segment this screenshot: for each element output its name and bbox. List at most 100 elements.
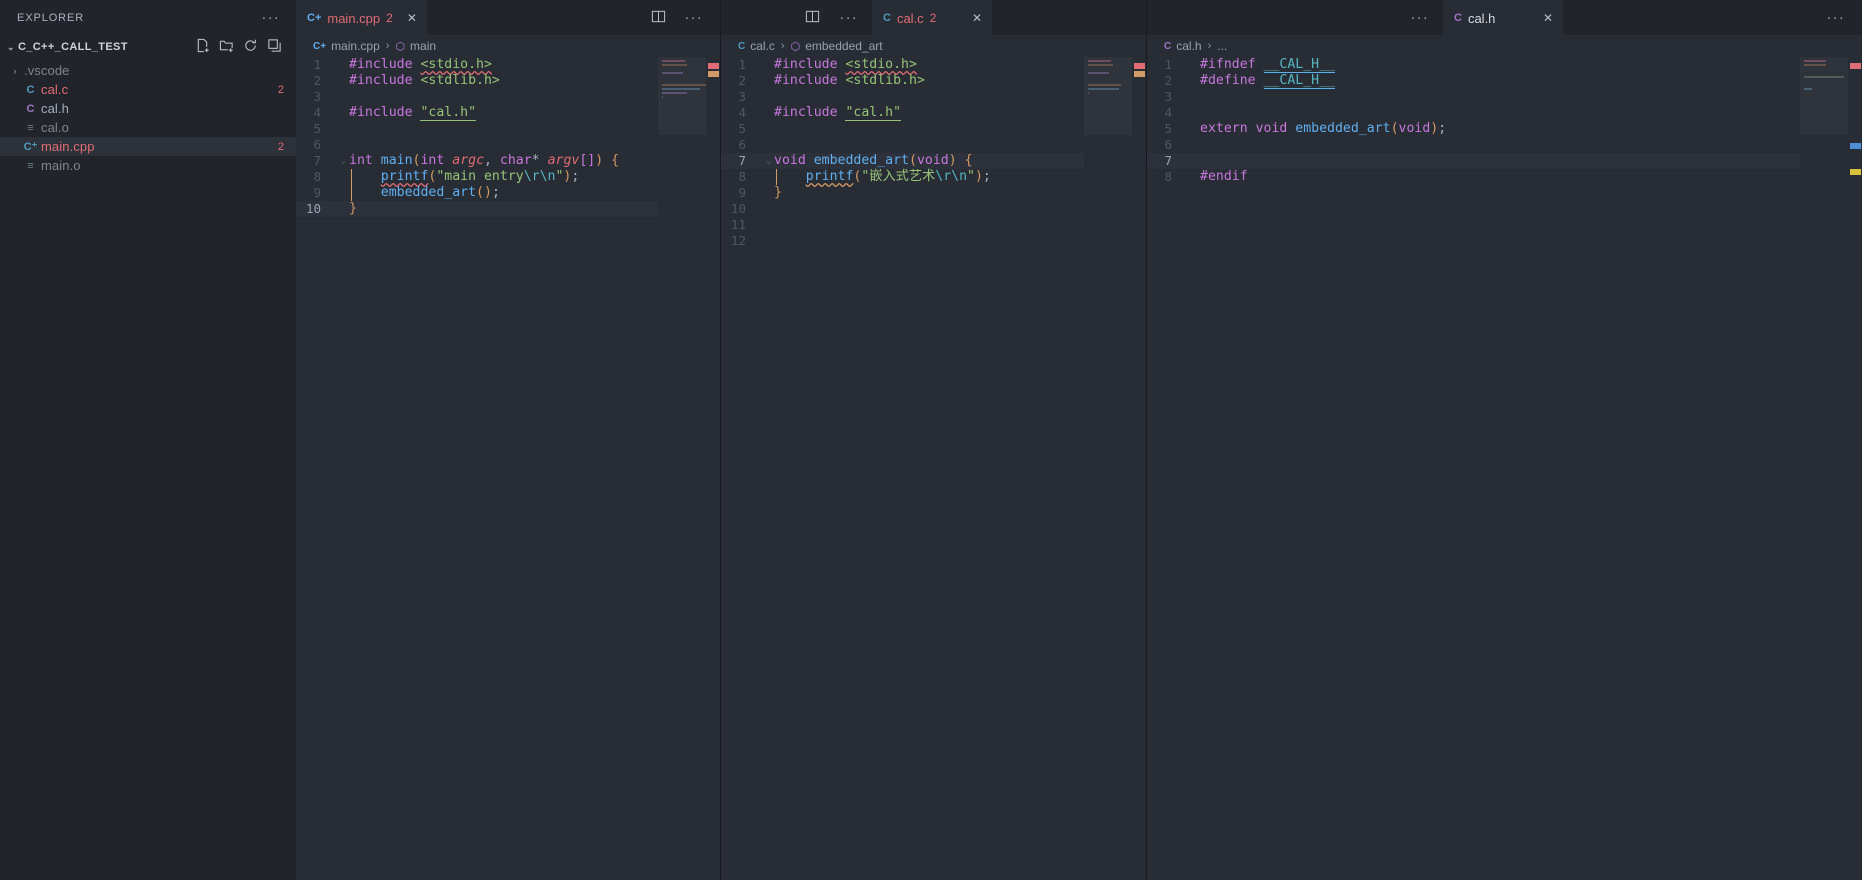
overview-ruler-mark — [1850, 63, 1861, 69]
code-line[interactable]: 2 #include <stdlib.h> — [721, 73, 1146, 89]
file-tree-item-cal-c[interactable]: Ccal.c 2 — [0, 80, 296, 99]
code-line[interactable]: 10 — [721, 201, 1146, 217]
code-line[interactable]: 4 #include "cal.h" — [721, 105, 1146, 121]
code-token: } — [774, 185, 782, 200]
cpp-file-icon: C⁺ — [23, 141, 38, 153]
code-line[interactable]: 12 — [721, 233, 1146, 249]
file-tree-item-main-o[interactable]: ≡ main.o — [0, 156, 296, 175]
tab-close-icon[interactable]: ✕ — [1535, 12, 1553, 24]
code-line[interactable]: 5 — [296, 121, 720, 137]
code-text: extern void embedded_art(void); — [1200, 121, 1862, 137]
code-editor-main-cpp[interactable]: 1 #include <stdio.h> 2 #include <stdlib.h> 3… — [296, 57, 720, 880]
breadcrumb-symbol[interactable]: embedded_art — [805, 39, 882, 53]
code-text: #include "cal.h" — [774, 105, 1146, 121]
breadcrumb-symbol[interactable]: ... — [1217, 39, 1227, 53]
code-line[interactable]: 2 #define __CAL_H__ — [1147, 73, 1862, 89]
code-line[interactable]: 8 printf("嵌入式艺术\r\n"); — [721, 169, 1146, 185]
code-line[interactable]: 7 — [1147, 153, 1862, 169]
tab-close-icon[interactable]: ✕ — [399, 12, 417, 24]
code-line[interactable]: 3 — [721, 89, 1146, 105]
code-token: "嵌入式艺术 — [861, 169, 936, 184]
overview-ruler-3[interactable] — [1848, 57, 1862, 880]
code-line[interactable]: 3 — [296, 89, 720, 105]
editor-actions-more-icon[interactable]: ··· — [1406, 10, 1433, 25]
tab-main-cpp[interactable]: C+ main.cpp 2 ✕ — [296, 0, 427, 35]
line-number: 3 — [313, 89, 321, 104]
code-line[interactable]: 5 extern void embedded_art(void); — [1147, 121, 1862, 137]
collapse-all-icon[interactable] — [267, 38, 282, 56]
new-file-icon[interactable] — [195, 38, 210, 56]
new-folder-icon[interactable] — [219, 38, 234, 56]
code-token: "cal.h" — [845, 105, 902, 121]
code-line[interactable]: 6 — [1147, 137, 1862, 153]
tab-cal-c[interactable]: Ccal.c 2 ✕ — [872, 0, 992, 35]
code-editor-cal-h[interactable]: 1 #ifndef __CAL_H__ 2 #define __CAL_H__ 3 4 5 e… — [1147, 57, 1862, 880]
code-line[interactable]: 1 #include <stdio.h> — [296, 57, 720, 73]
code-line[interactable]: 10} — [296, 201, 720, 217]
fold-chevron-icon[interactable]: ⌄ — [338, 153, 349, 169]
breadcrumb-file[interactable]: main.cpp — [331, 39, 380, 53]
overview-ruler-2[interactable] — [1132, 57, 1146, 880]
code-line[interactable]: 9 embedded_art(); — [296, 185, 720, 201]
code-line[interactable]: 1 #ifndef __CAL_H__ — [1147, 57, 1862, 73]
chevron-right-icon: › — [13, 65, 17, 76]
tab-close-icon[interactable]: ✕ — [964, 12, 982, 24]
code-token: { — [611, 153, 620, 168]
line-number: 6 — [313, 137, 321, 152]
code-line[interactable]: 4 #include "cal.h" — [296, 105, 720, 121]
editor-actions-more-icon[interactable]: ··· — [680, 10, 707, 25]
code-text: #include "cal.h" — [349, 105, 720, 121]
code-text: printf("嵌入式艺术\r\n"); — [774, 169, 1146, 185]
editor-actions-more-icon[interactable]: ··· — [835, 10, 862, 25]
refresh-explorer-icon[interactable] — [243, 38, 258, 56]
file-tree-item-cal-o[interactable]: ≡ cal.o — [0, 118, 296, 137]
code-text: } — [774, 185, 1146, 201]
tab-label: cal.h — [1467, 10, 1496, 26]
line-number: 8 — [313, 169, 321, 184]
tab-bar-leading-actions-2: ··· — [721, 0, 872, 35]
code-line[interactable]: 6 — [721, 137, 1146, 153]
tab-label: main.cpp — [327, 10, 381, 26]
split-editor-icon[interactable] — [805, 9, 820, 27]
chevron-down-icon[interactable]: ⌄ — [4, 42, 18, 53]
file-tree-item-main-cpp[interactable]: C⁺ main.cpp 2 — [0, 137, 296, 156]
code-line[interactable]: 8 printf("main entry\r\n"); — [296, 169, 720, 185]
code-line[interactable]: 9} — [721, 185, 1146, 201]
breadcrumb-file[interactable]: cal.c — [750, 39, 775, 53]
tab-cal-h[interactable]: Ccal.h ✕ — [1443, 0, 1563, 35]
breadcrumb-3: Ccal.h ›... — [1147, 35, 1862, 57]
code-line[interactable]: 5 — [721, 121, 1146, 137]
explorer-more-actions-icon[interactable]: ··· — [257, 10, 284, 25]
file-tree-item-label: cal.h — [41, 101, 69, 116]
overview-ruler-1[interactable] — [706, 57, 720, 880]
code-line[interactable]: 8 #endif — [1147, 169, 1862, 185]
line-number: 1 — [313, 57, 321, 72]
code-token: ( — [908, 153, 917, 168]
file-tree-item--vscode[interactable]: › .vscode — [0, 61, 296, 80]
breadcrumb-file[interactable]: cal.h — [1176, 39, 1201, 53]
workspace-folder-row[interactable]: ⌄ C_C++_CALL_TEST — [0, 35, 296, 59]
code-line[interactable]: 2 #include <stdlib.h> — [296, 73, 720, 89]
code-token: "main entry — [436, 169, 524, 184]
line-number: 12 — [730, 233, 746, 248]
code-token: , — [484, 153, 500, 168]
editor-actions-more-icon[interactable]: ··· — [1822, 10, 1849, 25]
code-token: <stdio.h> — [420, 57, 492, 72]
code-line[interactable]: 3 — [1147, 89, 1862, 105]
code-line[interactable]: 4 — [1147, 105, 1862, 121]
split-editor-icon[interactable] — [651, 9, 666, 27]
line-number: 6 — [738, 137, 746, 152]
code-line[interactable]: 7 ⌄ int main(int argc, char* argv[]) { — [296, 153, 720, 169]
code-line[interactable]: 1 #include <stdio.h> — [721, 57, 1146, 73]
file-tree-item-cal-h[interactable]: Ccal.h — [0, 99, 296, 118]
code-token: __CAL_H__ — [1263, 57, 1335, 73]
code-line[interactable]: 7 ⌄ void embedded_art(void) { — [721, 153, 1146, 169]
code-line[interactable]: 11 — [721, 217, 1146, 233]
code-editor-cal-c[interactable]: 1 #include <stdio.h> 2 #include <stdlib.h> 3… — [721, 57, 1146, 880]
line-number: 6 — [1164, 137, 1172, 152]
code-line[interactable]: 6 — [296, 137, 720, 153]
fold-chevron-icon[interactable]: ⌄ — [763, 153, 774, 169]
file-tree-item-label: main.o — [41, 158, 81, 173]
breadcrumb-1: C+ main.cpp › ⬡ main — [296, 35, 720, 57]
breadcrumb-symbol[interactable]: main — [410, 39, 436, 53]
